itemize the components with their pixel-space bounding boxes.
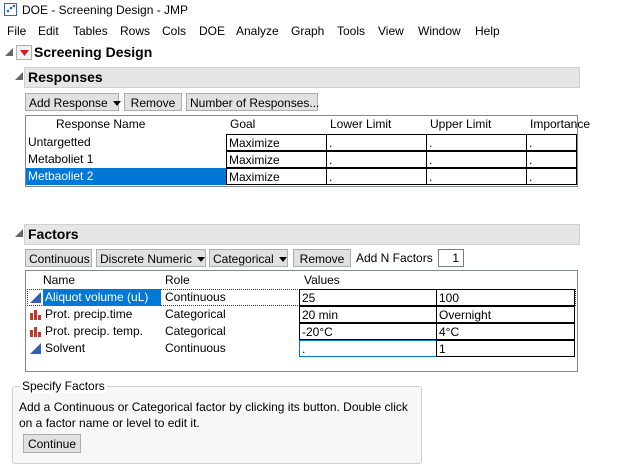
factor-value1-edit-field[interactable]: . [299, 340, 437, 357]
categorical-factor-button[interactable]: Categorical [209, 249, 288, 267]
remove-factor-button[interactable]: Remove [293, 249, 351, 267]
menu-rows[interactable]: Rows [120, 24, 150, 38]
collapse-triangle-icon[interactable] [4, 47, 14, 57]
n-factors-input[interactable]: 1 [438, 249, 464, 267]
continuous-icon [30, 292, 41, 303]
title-bar: DOE - Screening Design - JMP [0, 0, 637, 21]
response-upper-cell[interactable]: . [426, 168, 527, 185]
outline-title: Screening Design [34, 44, 153, 60]
factor-value1-cell[interactable]: -20°C [299, 323, 437, 340]
factor-name-cell[interactable]: Solvent [43, 340, 161, 357]
dropdown-arrow-icon [197, 257, 206, 263]
response-name-cell[interactable]: Untargetted [26, 134, 226, 151]
categorical-icon [30, 310, 41, 320]
factor-name-cell-selected[interactable]: Aliquot volume (uL) [43, 289, 161, 306]
responses-title: Responses [28, 69, 103, 85]
categorical-label: Categorical [213, 252, 274, 266]
col-lower-limit: Lower Limit [330, 117, 392, 131]
factor-value2-cell[interactable]: 100 [436, 289, 575, 306]
response-importance-cell[interactable]: . [526, 134, 577, 151]
menu-help[interactable]: Help [475, 24, 500, 38]
factors-table: Name Role Values Aliquot volume (uL) Con… [25, 270, 578, 372]
factor-value2-cell[interactable]: Overnight [436, 306, 575, 323]
response-name-cell-selected[interactable]: Metbaoliet 2 [26, 168, 226, 185]
categorical-icon [30, 327, 41, 337]
factor-value2-cell[interactable]: 4°C [436, 323, 575, 340]
continuous-icon [30, 343, 41, 354]
menu-file[interactable]: File [7, 24, 26, 38]
menu-edit[interactable]: Edit [38, 24, 59, 38]
specify-factors-title: Specify Factors [20, 379, 107, 393]
response-name-cell[interactable]: Metaboliet 1 [26, 151, 226, 168]
response-lower-cell[interactable]: . [326, 134, 427, 151]
factor-name-cell[interactable]: Prot. precip. temp. [43, 323, 161, 340]
add-n-factors-label: Add N Factors [356, 251, 433, 265]
add-response-label: Add Response [29, 96, 108, 110]
response-upper-cell[interactable]: . [426, 134, 527, 151]
jmp-app-icon [4, 3, 17, 16]
menu-window[interactable]: Window [418, 24, 461, 38]
dropdown-arrow-icon [278, 257, 287, 263]
menu-tables[interactable]: Tables [73, 24, 108, 38]
menu-analyze[interactable]: Analyze [236, 24, 279, 38]
factors-header: Factors [24, 224, 580, 245]
factor-value1-cell[interactable]: 20 min [299, 306, 437, 323]
responses-table: Response Name Goal Lower Limit Upper Lim… [25, 115, 590, 187]
specify-factors-text-line1: Add a Continuous or Categorical factor b… [19, 400, 408, 414]
col-goal: Goal [230, 117, 256, 131]
col-importance: Importance [530, 117, 591, 131]
menu-doe[interactable]: DOE [199, 24, 225, 38]
specify-factors-text-line2: on a factor name or level to edit it. [19, 416, 200, 430]
number-of-responses-button[interactable]: Number of Responses... [186, 93, 319, 111]
red-triangle-menu-button[interactable] [16, 45, 32, 60]
factors-title: Factors [28, 226, 79, 242]
responses-collapse-icon[interactable] [14, 71, 24, 81]
response-lower-cell[interactable]: . [326, 151, 427, 168]
menu-cols[interactable]: Cols [162, 24, 186, 38]
col-role: Role [165, 273, 190, 287]
response-upper-cell[interactable]: . [426, 151, 527, 168]
dropdown-arrow-icon [112, 101, 121, 107]
col-values: Values [304, 273, 340, 287]
menu-bar: File Edit Tables Rows Cols DOE Analyze G… [0, 22, 637, 41]
col-response-name: Response Name [56, 117, 146, 131]
response-importance-cell[interactable]: . [526, 151, 577, 168]
red-triangle-icon [20, 50, 29, 56]
menu-view[interactable]: View [378, 24, 404, 38]
response-importance-cell[interactable]: . [526, 168, 577, 185]
factor-role-cell: Continuous [165, 341, 226, 355]
factors-collapse-icon[interactable] [14, 228, 24, 238]
menu-tools[interactable]: Tools [337, 24, 365, 38]
window-title: DOE - Screening Design - JMP [22, 3, 189, 17]
factor-value1-cell[interactable]: 25 [299, 289, 437, 306]
discrete-numeric-label: Discrete Numeric [100, 252, 193, 266]
response-goal-cell[interactable]: Maximize [226, 134, 327, 151]
add-response-button[interactable]: Add Response [25, 93, 121, 111]
responses-header: Responses [24, 67, 580, 88]
col-upper-limit: Upper Limit [430, 117, 492, 131]
factor-role-cell: Continuous [165, 290, 226, 304]
col-factor-name: Name [43, 273, 76, 287]
factor-role-cell: Categorical [165, 307, 226, 321]
remove-response-button[interactable]: Remove [124, 93, 182, 111]
continue-button[interactable]: Continue [23, 434, 81, 453]
discrete-numeric-button[interactable]: Discrete Numeric [96, 249, 206, 267]
response-lower-cell[interactable]: . [326, 168, 427, 185]
response-goal-cell[interactable]: Maximize [226, 151, 327, 168]
response-goal-cell[interactable]: Maximize [226, 168, 327, 185]
factor-role-cell: Categorical [165, 324, 226, 338]
factor-value2-cell[interactable]: 1 [436, 340, 575, 357]
factor-name-cell[interactable]: Prot. precip.time [43, 306, 161, 323]
continuous-factor-button[interactable]: Continuous [25, 249, 92, 267]
menu-graph[interactable]: Graph [291, 24, 324, 38]
